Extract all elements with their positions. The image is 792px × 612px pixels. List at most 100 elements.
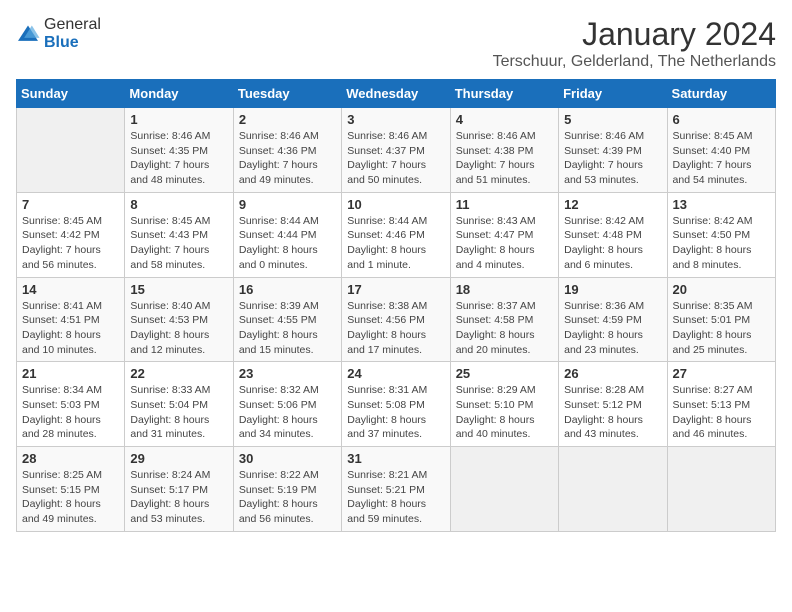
- week-row-5: 28 Sunrise: 8:25 AM Sunset: 5:15 PM Dayli…: [17, 447, 776, 532]
- day-info: Sunrise: 8:40 AM Sunset: 4:53 PM Dayligh…: [130, 299, 227, 358]
- day-number: 14: [22, 282, 119, 297]
- location-title: Terschuur, Gelderland, The Netherlands: [493, 53, 776, 71]
- weekday-tuesday: Tuesday: [233, 80, 341, 108]
- calendar-cell: 9Sunrise: 8:44 AM Sunset: 4:44 PM Daylig…: [233, 192, 341, 277]
- day-info: Sunrise: 8:45 AM Sunset: 4:42 PM Dayligh…: [22, 214, 119, 273]
- calendar-cell: [559, 447, 667, 532]
- week-row-2: 7 Sunrise: 8:45 AM Sunset: 4:42 PM Daylig…: [17, 192, 776, 277]
- day-number: 29: [130, 451, 227, 466]
- calendar-cell: [450, 447, 558, 532]
- day-number: 28: [22, 451, 119, 466]
- day-number: 10: [347, 197, 444, 212]
- calendar-cell: 22Sunrise: 8:33 AM Sunset: 5:04 PM Dayli…: [125, 362, 233, 447]
- calendar-cell: 1 Sunrise: 8:46 AM Sunset: 4:35 PM Daylig…: [125, 108, 233, 193]
- day-number: 18: [456, 282, 553, 297]
- calendar-cell: 30 Sunrise: 8:22 AM Sunset: 5:19 PM Dayli…: [233, 447, 341, 532]
- calendar-cell: [17, 108, 125, 193]
- day-number: 7: [22, 197, 119, 212]
- logo-general: General: [44, 16, 101, 33]
- day-info: Sunrise: 8:42 AM Sunset: 4:50 PM Dayligh…: [673, 214, 770, 273]
- calendar-cell: 28 Sunrise: 8:25 AM Sunset: 5:15 PM Dayli…: [17, 447, 125, 532]
- weekday-header-row: SundayMondayTuesdayWednesdayThursdayFrid…: [17, 80, 776, 108]
- day-info: Sunrise: 8:46 AM Sunset: 4:39 PM Dayligh…: [564, 129, 661, 188]
- calendar-cell: 6Sunrise: 8:45 AM Sunset: 4:40 PM Daylig…: [667, 108, 775, 193]
- day-number: 30: [239, 451, 336, 466]
- calendar-cell: [667, 447, 775, 532]
- day-info: Sunrise: 8:46 AM Sunset: 4:38 PM Dayligh…: [456, 129, 553, 188]
- day-info: Sunrise: 8:39 AM Sunset: 4:55 PM Dayligh…: [239, 299, 336, 358]
- day-number: 19: [564, 282, 661, 297]
- day-number: 16: [239, 282, 336, 297]
- day-number: 2: [239, 112, 336, 127]
- calendar-table: SundayMondayTuesdayWednesdayThursdayFrid…: [16, 79, 776, 532]
- day-info: Sunrise: 8:46 AM Sunset: 4:36 PM Dayligh…: [239, 129, 336, 188]
- day-number: 27: [673, 366, 770, 381]
- calendar-body: 1 Sunrise: 8:46 AM Sunset: 4:35 PM Daylig…: [17, 108, 776, 532]
- weekday-sunday: Sunday: [17, 80, 125, 108]
- day-number: 3: [347, 112, 444, 127]
- day-number: 20: [673, 282, 770, 297]
- header: General Blue January 2024 Terschuur, Gel…: [16, 16, 776, 71]
- day-info: Sunrise: 8:29 AM Sunset: 5:10 PM Dayligh…: [456, 383, 553, 442]
- calendar-cell: 29 Sunrise: 8:24 AM Sunset: 5:17 PM Dayli…: [125, 447, 233, 532]
- week-row-4: 21Sunrise: 8:34 AM Sunset: 5:03 PM Dayli…: [17, 362, 776, 447]
- day-number: 5: [564, 112, 661, 127]
- week-row-3: 14Sunrise: 8:41 AM Sunset: 4:51 PM Dayli…: [17, 277, 776, 362]
- month-title: January 2024: [493, 16, 776, 53]
- calendar-cell: 11Sunrise: 8:43 AM Sunset: 4:47 PM Dayli…: [450, 192, 558, 277]
- calendar-cell: 18 Sunrise: 8:37 AM Sunset: 4:58 PM Dayli…: [450, 277, 558, 362]
- day-number: 21: [22, 366, 119, 381]
- calendar-cell: 15 Sunrise: 8:40 AM Sunset: 4:53 PM Dayli…: [125, 277, 233, 362]
- weekday-wednesday: Wednesday: [342, 80, 450, 108]
- day-info: Sunrise: 8:46 AM Sunset: 4:35 PM Dayligh…: [130, 129, 227, 188]
- day-info: Sunrise: 8:24 AM Sunset: 5:17 PM Dayligh…: [130, 468, 227, 527]
- day-number: 11: [456, 197, 553, 212]
- day-number: 23: [239, 366, 336, 381]
- calendar-cell: 4Sunrise: 8:46 AM Sunset: 4:38 PM Daylig…: [450, 108, 558, 193]
- day-info: Sunrise: 8:37 AM Sunset: 4:58 PM Dayligh…: [456, 299, 553, 358]
- calendar-cell: 7 Sunrise: 8:45 AM Sunset: 4:42 PM Daylig…: [17, 192, 125, 277]
- calendar-cell: 26 Sunrise: 8:28 AM Sunset: 5:12 PM Dayli…: [559, 362, 667, 447]
- day-number: 31: [347, 451, 444, 466]
- calendar-cell: 24 Sunrise: 8:31 AM Sunset: 5:08 PM Dayli…: [342, 362, 450, 447]
- day-number: 24: [347, 366, 444, 381]
- day-info: Sunrise: 8:33 AM Sunset: 5:04 PM Dayligh…: [130, 383, 227, 442]
- day-info: Sunrise: 8:46 AM Sunset: 4:37 PM Dayligh…: [347, 129, 444, 188]
- day-number: 1: [130, 112, 227, 127]
- calendar-cell: 16 Sunrise: 8:39 AM Sunset: 4:55 PM Dayli…: [233, 277, 341, 362]
- day-number: 17: [347, 282, 444, 297]
- calendar-cell: 27 Sunrise: 8:27 AM Sunset: 5:13 PM Dayli…: [667, 362, 775, 447]
- day-info: Sunrise: 8:25 AM Sunset: 5:15 PM Dayligh…: [22, 468, 119, 527]
- logo: General Blue: [16, 16, 101, 52]
- calendar-cell: 8 Sunrise: 8:45 AM Sunset: 4:43 PM Daylig…: [125, 192, 233, 277]
- day-number: 8: [130, 197, 227, 212]
- day-info: Sunrise: 8:28 AM Sunset: 5:12 PM Dayligh…: [564, 383, 661, 442]
- weekday-friday: Friday: [559, 80, 667, 108]
- day-info: Sunrise: 8:45 AM Sunset: 4:40 PM Dayligh…: [673, 129, 770, 188]
- day-info: Sunrise: 8:31 AM Sunset: 5:08 PM Dayligh…: [347, 383, 444, 442]
- day-number: 26: [564, 366, 661, 381]
- day-info: Sunrise: 8:45 AM Sunset: 4:43 PM Dayligh…: [130, 214, 227, 273]
- logo-icon: [16, 24, 40, 44]
- day-number: 15: [130, 282, 227, 297]
- calendar-cell: 10Sunrise: 8:44 AM Sunset: 4:46 PM Dayli…: [342, 192, 450, 277]
- calendar-cell: 5 Sunrise: 8:46 AM Sunset: 4:39 PM Daylig…: [559, 108, 667, 193]
- calendar-cell: 20 Sunrise: 8:35 AM Sunset: 5:01 PM Dayli…: [667, 277, 775, 362]
- calendar-cell: 21Sunrise: 8:34 AM Sunset: 5:03 PM Dayli…: [17, 362, 125, 447]
- calendar-cell: 14Sunrise: 8:41 AM Sunset: 4:51 PM Dayli…: [17, 277, 125, 362]
- week-row-1: 1 Sunrise: 8:46 AM Sunset: 4:35 PM Daylig…: [17, 108, 776, 193]
- day-info: Sunrise: 8:27 AM Sunset: 5:13 PM Dayligh…: [673, 383, 770, 442]
- day-info: Sunrise: 8:35 AM Sunset: 5:01 PM Dayligh…: [673, 299, 770, 358]
- calendar-cell: 2 Sunrise: 8:46 AM Sunset: 4:36 PM Daylig…: [233, 108, 341, 193]
- day-number: 12: [564, 197, 661, 212]
- logo-blue: Blue: [44, 34, 79, 51]
- day-info: Sunrise: 8:42 AM Sunset: 4:48 PM Dayligh…: [564, 214, 661, 273]
- weekday-monday: Monday: [125, 80, 233, 108]
- day-info: Sunrise: 8:44 AM Sunset: 4:44 PM Dayligh…: [239, 214, 336, 273]
- day-number: 13: [673, 197, 770, 212]
- calendar-cell: 25Sunrise: 8:29 AM Sunset: 5:10 PM Dayli…: [450, 362, 558, 447]
- day-info: Sunrise: 8:22 AM Sunset: 5:19 PM Dayligh…: [239, 468, 336, 527]
- day-info: Sunrise: 8:21 AM Sunset: 5:21 PM Dayligh…: [347, 468, 444, 527]
- title-area: January 2024 Terschuur, Gelderland, The …: [493, 16, 776, 71]
- calendar-cell: 23Sunrise: 8:32 AM Sunset: 5:06 PM Dayli…: [233, 362, 341, 447]
